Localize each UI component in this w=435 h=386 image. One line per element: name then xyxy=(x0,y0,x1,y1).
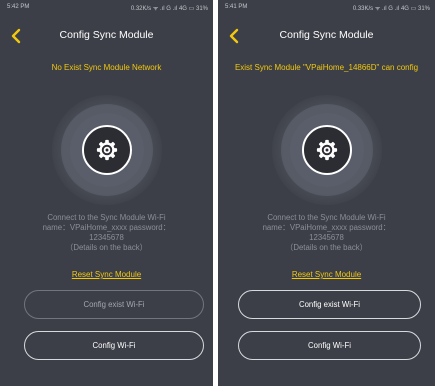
phone-screen-module-found: 5:41 PM 0.33K/s ᯤ .ıl G .ıl 4G ▭ 31% Con… xyxy=(218,0,435,386)
sync-settings-button[interactable] xyxy=(81,125,132,175)
status-message: Exist Sync Module "VPaiHome_14866D" can … xyxy=(234,63,419,72)
reset-sync-module-link[interactable]: Reset Sync Module xyxy=(0,270,213,279)
config-wifi-button[interactable]: Config Wi-Fi xyxy=(24,331,204,360)
status-info: 0.33K/s ᯤ .ıl G .ıl 4G ▭ 31% xyxy=(352,6,430,12)
phone-screen-no-module: 5:42 PM 0.32K/s ᯤ .ıl G .ıl 4G ▭ 31% Con… xyxy=(0,0,213,386)
config-exist-wifi-button[interactable]: Config exist Wi-Fi xyxy=(238,290,421,319)
instruction-line: 12345678 xyxy=(89,233,124,242)
instruction-line: name：VPaiHome_xxxx password： xyxy=(262,223,391,232)
header: Config Sync Module xyxy=(218,24,435,48)
status-bar: 5:42 PM 0.32K/s ᯤ .ıl G .ıl 4G ▭ 31% xyxy=(0,4,213,14)
status-info: 0.32K/s ᯤ .ıl G .ıl 4G ▭ 31% xyxy=(130,6,208,12)
gear-icon xyxy=(96,139,117,161)
sync-settings-button[interactable] xyxy=(301,125,352,175)
status-message: No Exist Sync Module Network xyxy=(51,63,162,72)
reset-sync-module-link[interactable]: Reset Sync Module xyxy=(218,270,435,279)
instruction-line: Connect to the Sync Module Wi-Fi xyxy=(47,213,166,222)
config-wifi-button[interactable]: Config Wi-Fi xyxy=(238,331,421,360)
page-title: Config Sync Module xyxy=(279,29,374,41)
instructions-text: Connect to the Sync Module Wi-Fi name：VP… xyxy=(228,213,425,253)
instruction-line: 12345678 xyxy=(309,233,344,242)
instructions-text: Connect to the Sync Module Wi-Fi name：VP… xyxy=(10,213,203,253)
instruction-line: Connect to the Sync Module Wi-Fi xyxy=(267,213,386,222)
sync-visual xyxy=(51,95,162,205)
header: Config Sync Module xyxy=(0,24,213,48)
config-exist-wifi-button[interactable]: Config exist Wi-Fi xyxy=(24,290,204,319)
page-title: Config Sync Module xyxy=(59,29,154,41)
status-time: 5:42 PM xyxy=(7,4,30,10)
status-time: 5:41 PM xyxy=(225,4,248,10)
instruction-line: （Details on the back） xyxy=(285,243,368,252)
gear-icon xyxy=(316,139,337,161)
status-bar: 5:41 PM 0.33K/s ᯤ .ıl G .ıl 4G ▭ 31% xyxy=(218,4,435,14)
instruction-line: （Details on the back） xyxy=(65,243,148,252)
instruction-line: name：VPaiHome_xxxx password： xyxy=(42,223,171,232)
sync-visual xyxy=(271,95,382,205)
